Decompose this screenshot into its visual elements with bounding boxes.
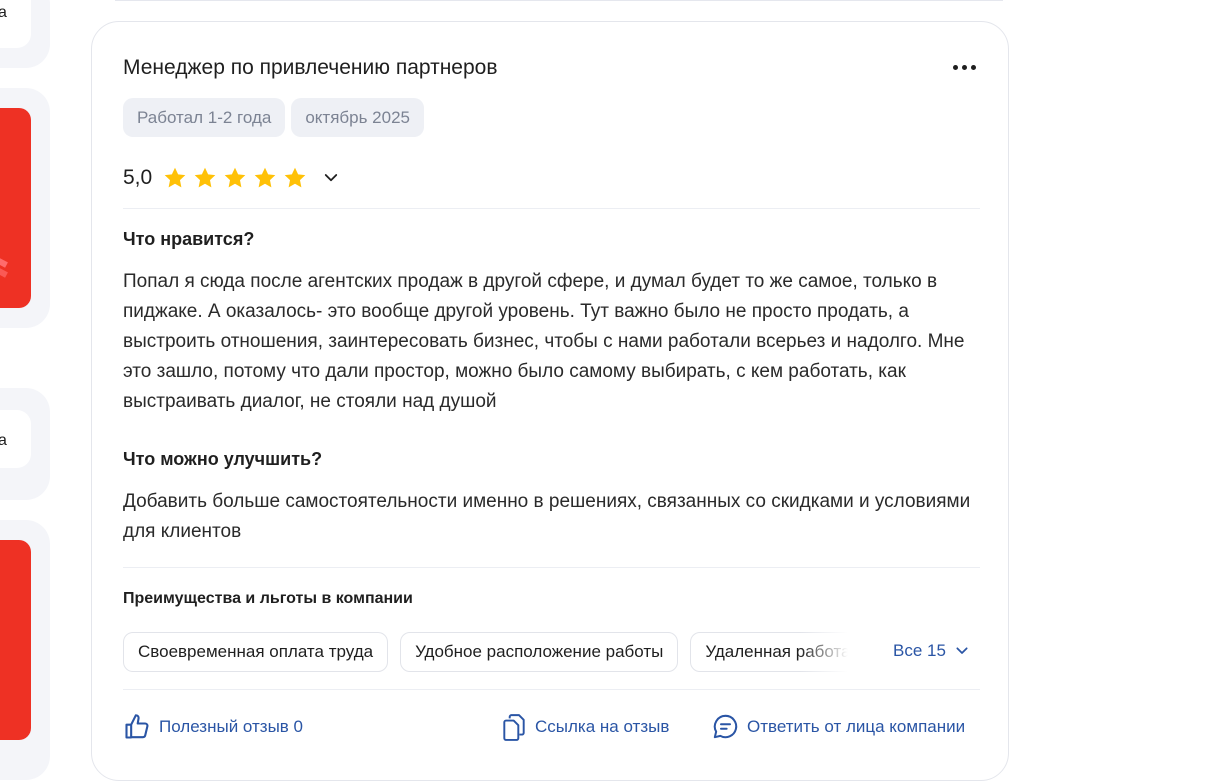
improve-text: Добавить больше самостоятельности именно… [123, 491, 971, 542]
helpful-label: Полезный отзыв 0 [159, 717, 304, 736]
improve-heading: Что можно улучшить? [123, 449, 323, 469]
chevron-down-icon[interactable] [322, 169, 340, 187]
top-divider [115, 0, 1003, 1]
tag-experience: Работал 1-2 года [123, 98, 286, 137]
divider [123, 689, 980, 690]
benefits-chips: Своевременная оплата труда Удобное распо… [123, 632, 860, 672]
left-promo-banner[interactable] [0, 108, 31, 308]
star-icon [164, 167, 186, 188]
divider [123, 208, 980, 209]
left-card-top [0, 0, 50, 68]
show-all-benefits-button[interactable]: Все 15 [893, 641, 970, 661]
review-tags: Работал 1-2 года октябрь 2025 [123, 98, 424, 137]
dot-icon [961, 64, 967, 70]
helpful-review-button[interactable]: Полезный отзыв 0 [123, 713, 303, 741]
chevron-down-icon [956, 647, 968, 654]
likes-text: Попал я сюда после агентских продаж в др… [123, 271, 965, 412]
star-icon [194, 167, 216, 188]
more-options-button[interactable] [946, 56, 982, 78]
review-link-label: Ссылка на отзыв [535, 717, 670, 736]
benefits-heading: Преимущества и льготы в компании [123, 590, 413, 607]
left-promo-banner-2[interactable] [0, 540, 31, 740]
divider [123, 567, 980, 568]
star-icon [254, 167, 276, 188]
tag-date: октябрь 2025 [291, 98, 424, 137]
reply-as-company-button[interactable]: Ответить от лица компании [712, 713, 965, 740]
comment-icon [713, 714, 738, 739]
dot-icon [970, 64, 976, 70]
reply-label: Ответить от лица компании [747, 716, 966, 736]
benefit-chip[interactable]: Удобное расположение работы [400, 632, 679, 672]
star-icon [224, 167, 246, 188]
review-link-button[interactable]: Ссылка на отзыв [501, 713, 669, 741]
rating-row: 5,0 [123, 165, 340, 191]
thumbs-up-icon [125, 714, 149, 739]
copy-link-icon [503, 714, 525, 741]
left-card-mid [0, 388, 50, 500]
rating-stars [162, 165, 308, 191]
left-card-text: а [0, 432, 7, 449]
likes-heading: Что нравится? [123, 229, 255, 249]
show-all-label: Все 15 [893, 641, 946, 660]
chips-fade-overlay [800, 632, 860, 672]
left-sidebar-column: а а [0, 0, 52, 780]
rating-score: 5,0 [123, 166, 153, 189]
star-icon [284, 167, 306, 188]
dot-icon [952, 64, 958, 70]
review-title: Менеджер по привлечению партнеров [123, 56, 498, 79]
left-card-text: а [0, 4, 7, 21]
benefit-chip[interactable]: Своевременная оплата труда [123, 632, 389, 672]
